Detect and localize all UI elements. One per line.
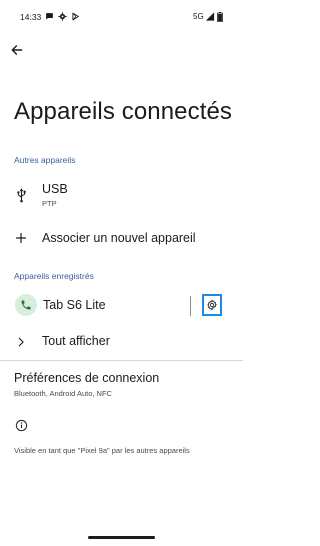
home-indicator[interactable]	[88, 536, 155, 539]
connection-preferences-row[interactable]: Préférences de connexion Bluetooth, Andr…	[0, 366, 243, 402]
info-icon	[14, 418, 28, 432]
connection-preferences-subtitle: Bluetooth, Android Auto, NFC	[14, 389, 112, 398]
phone-icon	[15, 294, 37, 316]
chevron-right-icon	[14, 335, 28, 349]
chat-icon	[45, 12, 54, 21]
signal-icon	[205, 12, 215, 21]
page-title: Appareils connectés	[14, 98, 233, 125]
plus-icon	[14, 231, 28, 245]
gear-icon	[58, 12, 67, 21]
network-type: 5G	[193, 12, 204, 21]
show-all-label: Tout afficher	[42, 334, 110, 348]
device-settings-button[interactable]	[202, 294, 222, 316]
pair-new-device-row[interactable]: Associer un nouvel appareil	[0, 224, 243, 254]
row-divider	[190, 296, 191, 316]
visibility-text: Visible en tant que "Pixel 9a" par les a…	[14, 446, 190, 455]
pair-new-device-label: Associer un nouvel appareil	[42, 231, 196, 245]
divider	[0, 360, 243, 361]
usb-subtitle: PTP	[42, 199, 57, 208]
section-saved-devices: Appareils enregistrés	[14, 271, 94, 281]
usb-icon	[14, 187, 28, 203]
saved-device-name: Tab S6 Lite	[43, 298, 106, 312]
show-all-row[interactable]: Tout afficher	[0, 328, 243, 356]
play-store-icon	[71, 12, 80, 21]
usb-row[interactable]: USB PTP	[0, 176, 243, 216]
battery-icon	[217, 12, 223, 22]
gear-icon	[207, 299, 217, 311]
arrow-left-icon[interactable]	[8, 41, 26, 59]
connection-preferences-title: Préférences de connexion	[14, 371, 160, 385]
section-other-devices: Autres appareils	[14, 155, 76, 165]
status-time: 14:33	[20, 12, 42, 22]
usb-title: USB	[42, 182, 68, 196]
